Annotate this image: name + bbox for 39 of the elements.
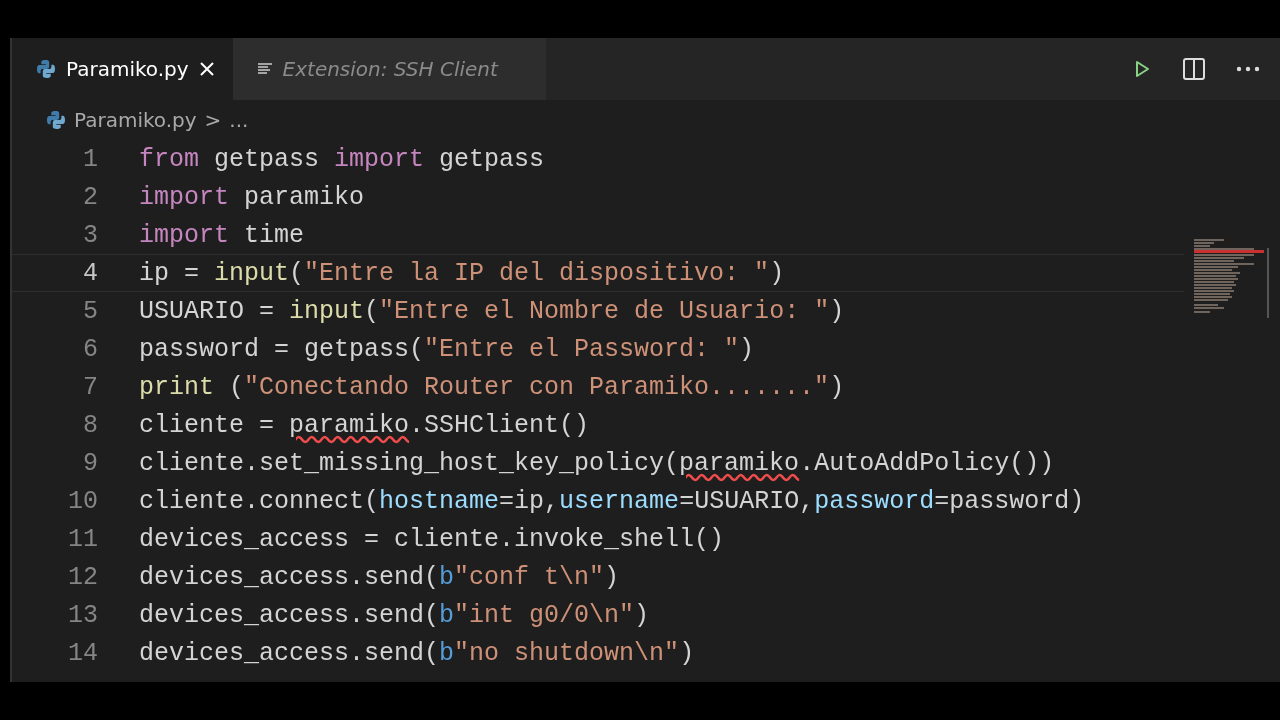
- line-number: 7: [82, 372, 98, 402]
- breadcrumb-file[interactable]: Paramiko.py: [74, 108, 197, 132]
- code-line: USUARIO = input("Entre el Nombre de Usuario: "): [139, 296, 845, 326]
- close-icon[interactable]: [198, 61, 215, 77]
- editor-tab[interactable]: Extension: SSH Client: [232, 38, 546, 100]
- code-line: devices_access.send(b"no shutdown\n"): [139, 638, 695, 668]
- editor-tab[interactable]: Paramiko.py: [12, 38, 233, 100]
- lines-icon: [256, 61, 273, 77]
- line-number: 5: [82, 296, 98, 326]
- line-number: 2: [82, 182, 98, 212]
- line-number: 9: [82, 448, 98, 478]
- code-line: ip = input("Entre la IP del dispositivo: "): [139, 258, 785, 288]
- line-number: 14: [67, 638, 98, 668]
- code-line: devices_access.send(b"int g0/0\n"): [139, 600, 650, 630]
- code-line: devices_access.send(b"conf t\n"): [139, 562, 620, 592]
- code-line: import time: [139, 220, 305, 250]
- line-number: 1: [82, 144, 98, 174]
- line-number: 11: [67, 524, 98, 554]
- breadcrumb-separator: >: [204, 108, 222, 132]
- code-line: devices_access = cliente.invoke_shell(): [139, 524, 725, 554]
- code-line: from getpass import getpass: [139, 144, 545, 174]
- code-line: password = getpass("Entre el Password: "): [139, 334, 755, 364]
- split-editor-icon[interactable]: [1182, 57, 1206, 81]
- code-line: cliente = paramiko.SSHClient(): [139, 410, 590, 440]
- line-number: 3: [82, 220, 98, 250]
- code-line: cliente.connect(hostname=ip,username=USUARIO,password=password): [139, 486, 1085, 516]
- line-number: 8: [82, 410, 98, 440]
- line-number: 6: [82, 334, 98, 364]
- line-number: 12: [67, 562, 98, 592]
- code-line: print ("Conectando Router con Paramiko......."): [139, 372, 845, 402]
- line-number: 10: [67, 486, 98, 516]
- more-icon[interactable]: [1236, 66, 1260, 72]
- python-icon: [36, 59, 56, 79]
- python-icon: [46, 110, 66, 130]
- line-number: 13: [67, 600, 98, 630]
- code-line: cliente.set_missing_host_key_policy(paramiko.AutoAddPolicy()): [139, 448, 1055, 478]
- breadcrumb-more[interactable]: ...: [229, 108, 249, 132]
- code-line: import paramiko: [139, 182, 365, 212]
- line-number: 4: [82, 258, 98, 288]
